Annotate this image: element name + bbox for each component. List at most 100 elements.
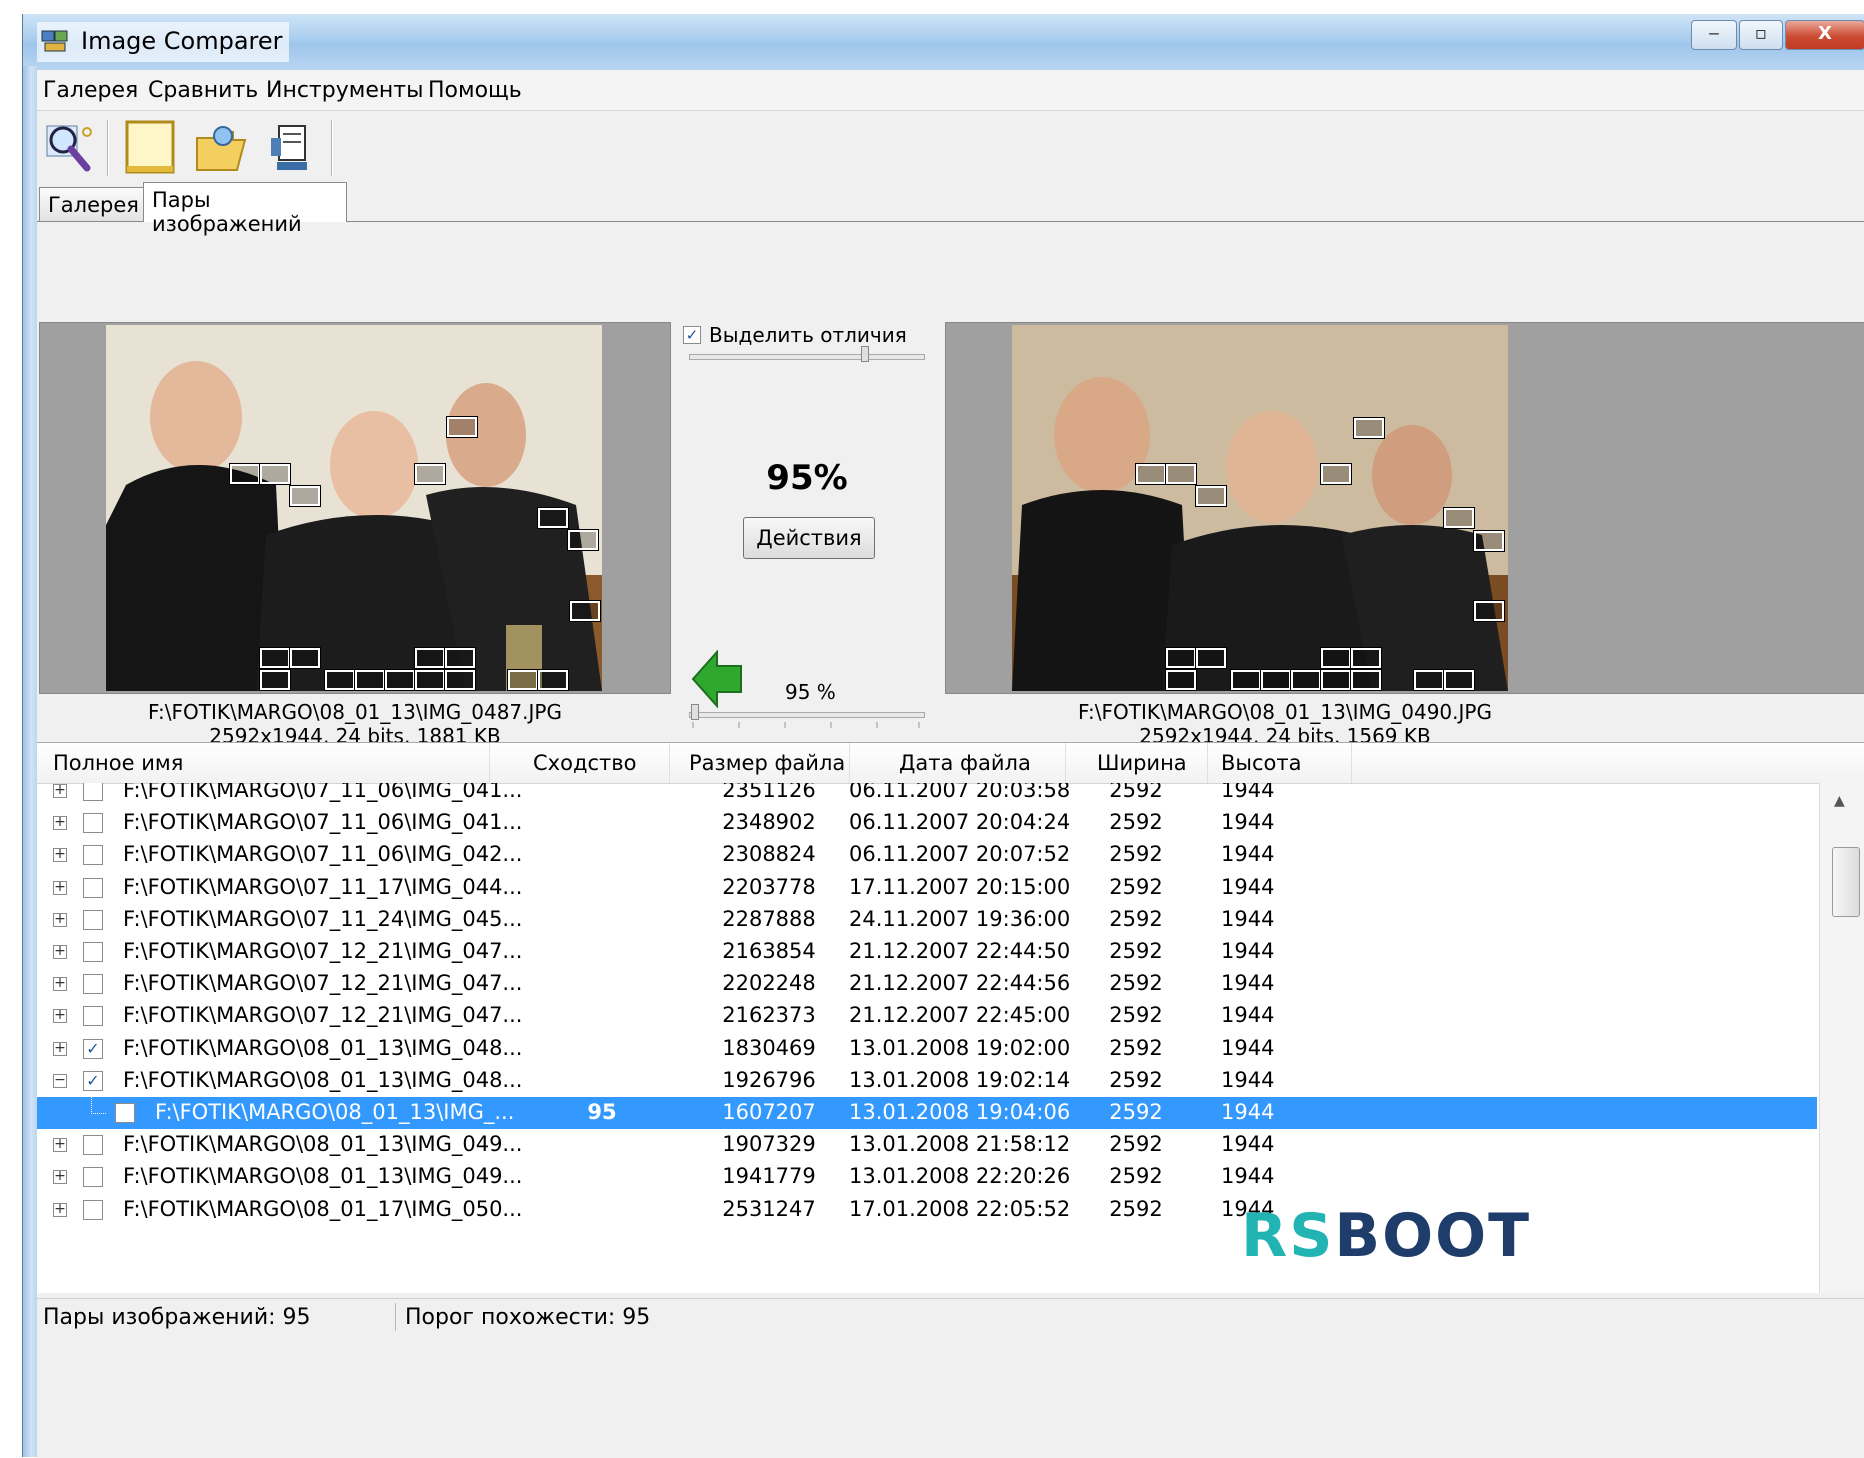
table-row[interactable]: + F:\FOTIK\MARGO\07_12_21\IMG_047... 21638… xyxy=(37,936,1817,968)
minimize-button[interactable]: ‒ xyxy=(1691,20,1737,50)
expand-icon[interactable]: + xyxy=(53,847,67,863)
row-checkbox[interactable] xyxy=(83,909,103,930)
column-similarity[interactable]: Сходство xyxy=(533,751,636,775)
image-pairs-panel: F:\FOTIK\MARGO\08_01_13\IMG_0487.JPG 259… xyxy=(37,221,1864,1458)
expand-icon[interactable]: + xyxy=(53,944,67,959)
column-full-name[interactable]: Полное имя xyxy=(53,751,183,775)
column-file-date[interactable]: Дата файла xyxy=(899,751,1031,775)
scrollbar-thumb[interactable] xyxy=(1832,847,1860,917)
cell-similarity: 95 xyxy=(587,1100,617,1124)
diff-marker xyxy=(414,647,446,669)
table-row[interactable]: + ✓ F:\FOTIK\MARGO\08_01_13\IMG_048... 1830… xyxy=(37,1033,1817,1065)
table-row[interactable]: + F:\FOTIK\MARGO\07_11_24\IMG_045... 22878… xyxy=(37,904,1817,936)
expand-icon[interactable]: + xyxy=(53,1169,67,1185)
cell-width: 2592 xyxy=(1109,1196,1163,1221)
title-bar[interactable]: Image Comparer ‒ ▫ X xyxy=(23,14,1864,70)
table-row[interactable]: + F:\FOTIK\MARGO\08_01_17\IMG_050... 25312… xyxy=(37,1194,1817,1226)
diff-marker xyxy=(1260,669,1292,691)
diff-marker xyxy=(1473,530,1505,552)
diff-marker xyxy=(1320,647,1352,669)
table-row[interactable]: + F:\FOTIK\MARGO\07_12_21\IMG_047... 22022… xyxy=(37,968,1817,1000)
diff-marker xyxy=(414,463,446,485)
table-row[interactable]: + F:\FOTIK\MARGO\07_11_06\IMG_041... 23511… xyxy=(37,783,1817,807)
expand-icon[interactable]: + xyxy=(53,1202,67,1217)
open-folder-icon[interactable] xyxy=(193,118,251,176)
cell-file-size: 2287888 xyxy=(722,906,816,931)
threshold-slider-track[interactable] xyxy=(689,712,925,718)
menu-compare[interactable]: Сравнить xyxy=(148,78,258,103)
row-checkbox[interactable] xyxy=(83,1135,103,1156)
expand-icon[interactable]: + xyxy=(53,880,67,895)
blank-page-icon[interactable] xyxy=(121,118,179,176)
diff-marker xyxy=(1443,507,1475,529)
table-row[interactable]: − ✓ F:\FOTIK\MARGO\08_01_13\IMG_048... 1926… xyxy=(37,1065,1817,1097)
actions-button[interactable]: Действия xyxy=(743,517,875,559)
expand-icon[interactable]: + xyxy=(53,976,67,992)
row-checkbox[interactable] xyxy=(83,1167,103,1188)
expand-icon[interactable]: + xyxy=(53,815,67,831)
cell-full-name: F:\FOTIK\MARGO\08_01_13\IMG_049... xyxy=(123,1132,523,1157)
collapse-icon[interactable]: − xyxy=(53,1073,67,1088)
cell-full-name: F:\FOTIK\MARGO\08_01_13\IMG_049... xyxy=(123,1164,523,1189)
cell-file-date: 13.01.2008 19:02:00 xyxy=(849,1035,1071,1060)
row-checkbox[interactable] xyxy=(83,974,103,995)
cell-height: 1944 xyxy=(1221,906,1275,931)
difference-slider-thumb[interactable] xyxy=(861,346,869,362)
table-row[interactable]: + F:\FOTIK\MARGO\08_01_13\IMG_049... 19417… xyxy=(37,1161,1817,1193)
close-button[interactable]: X xyxy=(1785,20,1864,50)
tab-gallery[interactable]: Галерея xyxy=(39,187,145,221)
maximize-button[interactable]: ▫ xyxy=(1739,20,1783,50)
table-row[interactable]: + F:\FOTIK\MARGO\07_11_06\IMG_041... 23489… xyxy=(37,807,1817,839)
difference-slider-track[interactable] xyxy=(689,354,925,360)
highlight-differences-checkbox[interactable]: ✓ xyxy=(683,326,701,344)
expand-icon[interactable]: + xyxy=(53,1041,67,1056)
column-width[interactable]: Ширина xyxy=(1097,751,1187,775)
menu-gallery[interactable]: Галерея xyxy=(43,78,138,103)
threshold-slider-thumb[interactable] xyxy=(691,704,699,720)
vertical-scrollbar[interactable]: ▲ xyxy=(1819,783,1864,1293)
menu-help[interactable]: Помощь xyxy=(428,78,522,103)
cell-file-date: 06.11.2007 20:04:24 xyxy=(849,810,1071,835)
expand-icon[interactable]: + xyxy=(53,912,67,927)
expand-icon[interactable]: + xyxy=(53,783,67,798)
cell-file-date: 17.11.2007 20:15:00 xyxy=(849,874,1071,899)
cell-file-date: 13.01.2008 19:04:06 xyxy=(849,1100,1071,1124)
table-row[interactable]: + F:\FOTIK\MARGO\08_01_13\IMG_049... 19073… xyxy=(37,1129,1817,1161)
cell-file-date: 21.12.2007 22:45:00 xyxy=(849,1003,1071,1028)
list-header: Полное имя Сходство Размер файла Дата фа… xyxy=(37,743,1864,784)
row-checkbox[interactable] xyxy=(83,845,103,866)
table-row[interactable]: + F:\FOTIK\MARGO\07_11_06\IMG_042... 23088… xyxy=(37,839,1817,871)
search-icon[interactable] xyxy=(41,118,99,176)
row-checkbox[interactable] xyxy=(83,1199,103,1220)
table-row[interactable]: F:\FOTIK\MARGO\08_01_13\IMG_... 95 1607207… xyxy=(37,1097,1817,1129)
green-arrow-left-icon[interactable] xyxy=(691,650,743,708)
table-row[interactable]: + F:\FOTIK\MARGO\07_12_21\IMG_047... 21623… xyxy=(37,1000,1817,1032)
row-checkbox[interactable]: ✓ xyxy=(83,1038,103,1059)
cell-file-size: 2348902 xyxy=(722,810,816,835)
scroll-up-icon[interactable]: ▲ xyxy=(1834,793,1845,809)
diff-marker xyxy=(446,416,478,438)
expand-icon[interactable]: + xyxy=(53,1137,67,1153)
expand-icon[interactable]: + xyxy=(53,1008,67,1024)
cell-height: 1944 xyxy=(1221,1164,1275,1189)
cell-file-size: 2531247 xyxy=(722,1196,816,1221)
compress-icon[interactable] xyxy=(263,118,321,176)
cell-height: 1944 xyxy=(1221,971,1275,996)
column-height[interactable]: Высота xyxy=(1221,751,1301,775)
tab-image-pairs[interactable]: Пары изображений xyxy=(143,182,347,236)
table-row[interactable]: + F:\FOTIK\MARGO\07_11_17\IMG_044... 22037… xyxy=(37,872,1817,904)
row-checkbox[interactable] xyxy=(83,783,103,801)
right-image-view[interactable] xyxy=(945,322,1864,694)
diff-marker xyxy=(1230,669,1262,691)
row-checkbox[interactable] xyxy=(115,1103,135,1123)
row-checkbox[interactable] xyxy=(83,877,103,898)
right-photo xyxy=(1012,325,1508,691)
left-image-view[interactable] xyxy=(39,322,671,694)
row-checkbox[interactable]: ✓ xyxy=(83,1070,103,1091)
row-checkbox[interactable] xyxy=(83,1006,103,1027)
row-checkbox[interactable] xyxy=(83,813,103,834)
cell-height: 1944 xyxy=(1221,1067,1275,1092)
menu-tools[interactable]: Инструменты xyxy=(266,78,423,103)
column-file-size[interactable]: Размер файла xyxy=(689,751,845,775)
row-checkbox[interactable] xyxy=(83,942,103,962)
